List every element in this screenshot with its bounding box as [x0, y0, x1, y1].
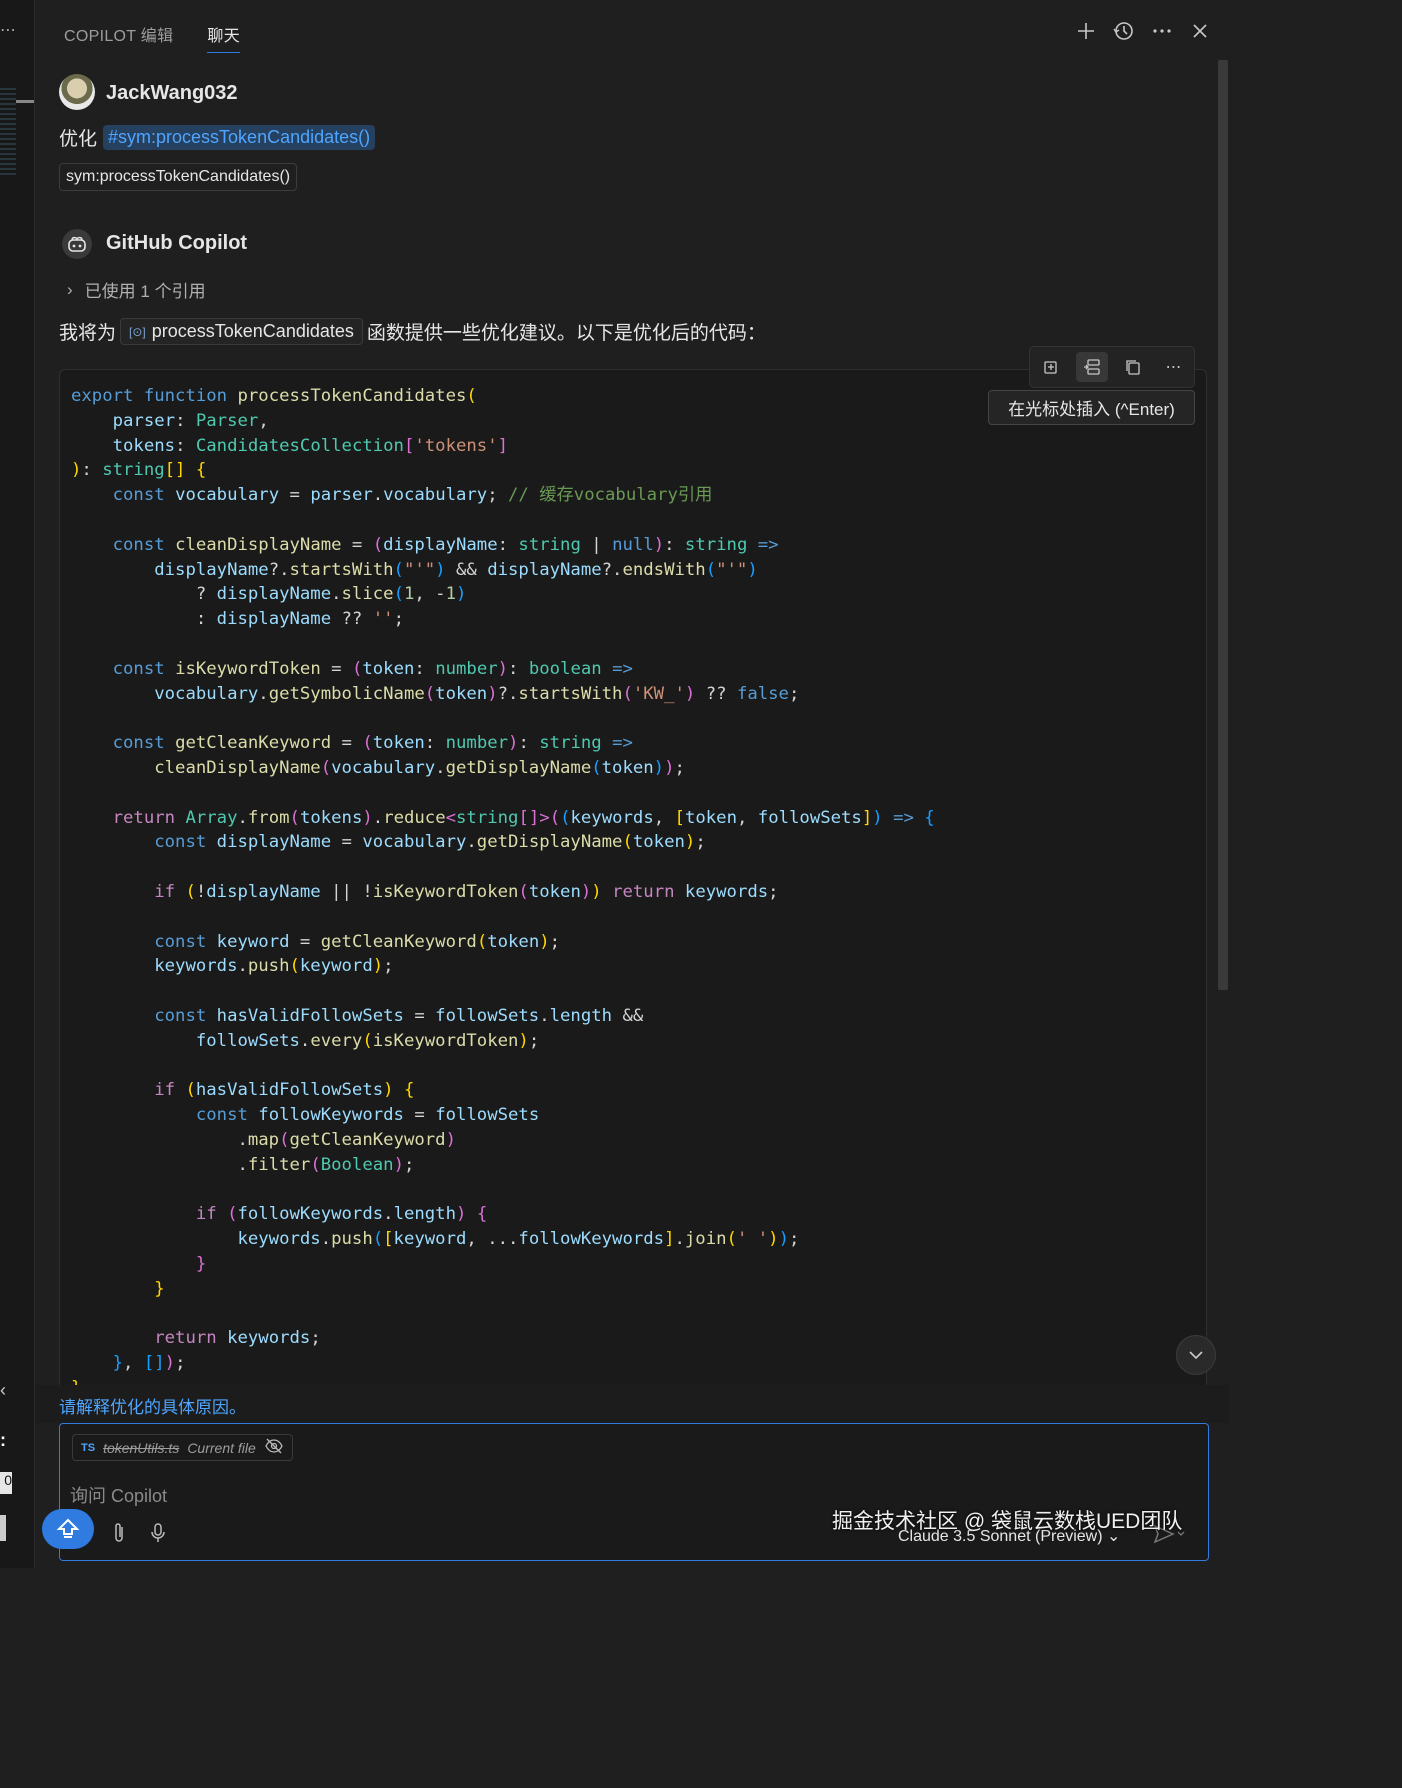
user-name: JackWang032	[106, 82, 238, 104]
paperclip-icon[interactable]	[112, 1522, 126, 1549]
references-used-toggle[interactable]: › 已使用 1 个引用	[67, 277, 206, 302]
minimap-slider[interactable]	[16, 100, 34, 103]
response-intro: 我将为 [⊙] processTokenCandidates 函数提供一些优化建…	[59, 318, 766, 345]
copilot-icon	[62, 229, 92, 259]
more-icon[interactable]	[1151, 20, 1173, 42]
current-file-name: tokenUtils.ts	[103, 1439, 180, 1456]
chevron-right-icon: ›	[67, 279, 73, 299]
response-intro-after: 函数提供一些优化建议。以下是优化后的代码：	[366, 323, 766, 344]
header-actions	[1075, 20, 1211, 42]
response-intro-before: 我将为	[59, 323, 117, 344]
symbol-link-label: processTokenCandidates	[151, 321, 354, 341]
tab-copilot-edits[interactable]: COPILOT 编辑	[64, 22, 173, 53]
user-message: 优化 #sym:processTokenCandidates()	[59, 124, 376, 151]
watermark: 掘金技术社区 @ 袋鼠云数栈UED团队	[832, 1510, 1183, 1533]
user-avatar	[59, 74, 95, 110]
microphone-icon[interactable]	[150, 1522, 166, 1549]
history-icon[interactable]	[1113, 20, 1135, 42]
typescript-file-icon: TS	[81, 1441, 96, 1454]
apply-in-editor-icon[interactable]	[1035, 352, 1067, 382]
upload-button[interactable]	[42, 1509, 94, 1549]
symbol-reference-chip[interactable]: #sym:processTokenCandidates()	[103, 125, 376, 150]
chevron-left-icon[interactable]: ‹	[0, 1380, 6, 1401]
copilot-chat-panel: COPILOT 编辑 聊天 JackWang032 优化 #sym:proces…	[35, 0, 1229, 1568]
chat-scrollbar[interactable]	[1218, 60, 1228, 990]
symbol-method-icon: [⊙]	[129, 324, 146, 339]
editor-fragment: 0	[0, 1472, 12, 1494]
insert-at-cursor-icon[interactable]	[1075, 352, 1108, 382]
code-block-toolbar: ⋯	[1029, 346, 1195, 388]
code-block[interactable]: export function processTokenCandidates( …	[59, 369, 1207, 1411]
editor-side-strip: ⋯ ‹ : 0	[0, 0, 35, 1568]
current-file-chip[interactable]: TS tokenUtils.ts Current file	[72, 1434, 293, 1461]
new-chat-icon[interactable]	[1075, 20, 1097, 42]
follow-up-suggestion[interactable]: 请解释优化的具体原因。	[59, 1393, 246, 1418]
eye-off-icon[interactable]	[264, 1438, 284, 1457]
tab-chat[interactable]: 聊天	[207, 22, 240, 53]
editor-fragment: :	[0, 1430, 6, 1450]
insert-tooltip: 在光标处插入 (^Enter)	[988, 390, 1195, 425]
user-message-prefix: 优化	[59, 129, 98, 150]
copilot-name: GitHub Copilot	[106, 232, 248, 254]
attached-reference[interactable]: sym:processTokenCandidates()	[59, 163, 298, 191]
follow-up-suggestion-row: 请解释优化的具体原因。	[35, 1385, 1229, 1423]
copy-icon[interactable]	[1117, 352, 1149, 382]
symbol-link-chip[interactable]: [⊙] processTokenCandidates	[120, 318, 363, 345]
editor-fragment	[0, 1515, 6, 1541]
panel-tabs: COPILOT 编辑 聊天	[64, 22, 240, 53]
more-icon[interactable]: ⋯	[1158, 352, 1190, 382]
code-content: export function processTokenCandidates( …	[71, 386, 935, 1398]
code-comment: // 缓存vocabulary引用	[508, 485, 713, 506]
references-used-label: 已使用 1 个引用	[84, 282, 206, 301]
chat-input-box[interactable]: TS tokenUtils.ts Current file 询问 Copilot…	[42, 1423, 1209, 1561]
chat-input-placeholder[interactable]: 询问 Copilot	[70, 1482, 167, 1508]
scroll-down-button[interactable]	[1176, 1335, 1216, 1375]
close-icon[interactable]	[1189, 20, 1211, 42]
more-icon[interactable]: ⋯	[0, 20, 16, 40]
minimap[interactable]	[0, 88, 16, 178]
current-file-note: Current file	[187, 1439, 256, 1456]
